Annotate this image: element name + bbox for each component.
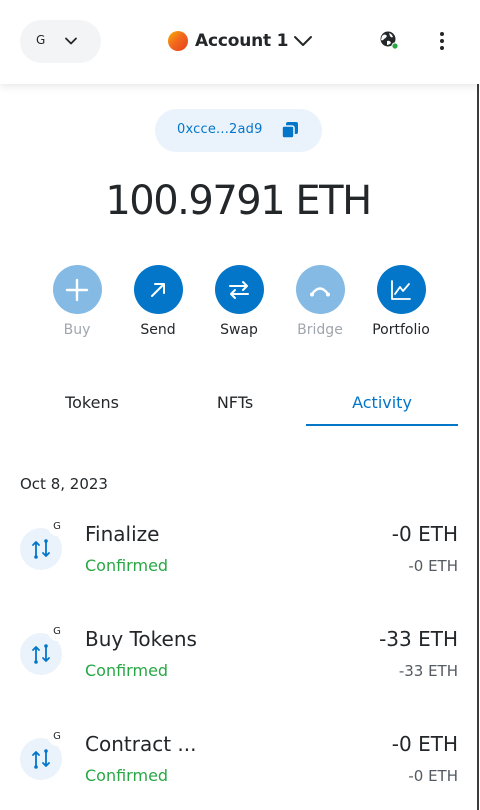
chevron-down-icon <box>65 37 77 45</box>
network-badge: G <box>48 518 66 536</box>
send-label: Send <box>140 322 176 338</box>
network-picker[interactable]: G <box>20 20 101 63</box>
network-badge: G <box>48 728 66 746</box>
transaction-status: Confirmed <box>85 556 169 575</box>
plus-icon <box>65 278 89 301</box>
bridge-button[interactable]: Bridge <box>280 265 360 338</box>
transfer-arrows-icon <box>32 644 50 664</box>
send-button[interactable]: Send <box>118 265 198 338</box>
network-avatar: G <box>36 33 46 47</box>
portfolio-button[interactable]: Portfolio <box>361 265 441 338</box>
bridge-circle <box>295 265 345 314</box>
portfolio-circle <box>376 265 426 314</box>
bridge-icon <box>310 286 330 296</box>
buy-label: Buy <box>63 322 91 338</box>
transfer-arrows-icon <box>32 749 50 769</box>
transaction-title: Finalize <box>85 522 160 546</box>
account-picker[interactable]: Account 1 <box>168 28 313 54</box>
account-avatar <box>168 31 188 51</box>
activity-date-header: Oct 8, 2023 <box>20 475 108 493</box>
transaction-amount: -33 ETH <box>379 627 458 651</box>
arrow-up-right-icon <box>151 282 165 297</box>
account-address: 0xcce...2ad9 <box>177 122 263 137</box>
swap-circle <box>214 265 264 314</box>
buy-circle <box>52 265 102 314</box>
activity-list-item[interactable]: G Contract ... Confirmed -0 ETH -0 ETH <box>0 728 476 800</box>
network-badge: G <box>48 623 66 641</box>
account-name: Account 1 <box>195 31 289 51</box>
activity-list-item[interactable]: G Buy Tokens Confirmed -33 ETH -33 ETH <box>0 623 476 695</box>
buy-button[interactable]: Buy <box>37 265 117 338</box>
eth-balance: 100.9791 ETH <box>105 178 372 224</box>
transaction-amount: -0 ETH <box>391 732 458 756</box>
bridge-label: Bridge <box>297 322 343 338</box>
swap-label: Swap <box>220 322 258 338</box>
swap-arrows-icon <box>229 280 249 299</box>
transfer-arrows-icon <box>32 539 50 559</box>
wallet-page: G Account 1 0xcce...2ad9 100.9791 ETH Bu… <box>0 0 480 810</box>
transaction-title: Buy Tokens <box>85 627 197 651</box>
portfolio-label: Portfolio <box>372 322 430 338</box>
transaction-title: Contract ... <box>85 732 197 756</box>
activity-list-item[interactable]: G Finalize Confirmed -0 ETH -0 ETH <box>0 518 476 590</box>
connected-sites-globe-icon[interactable] <box>378 30 400 52</box>
chevron-down-icon <box>294 36 313 46</box>
transaction-amount: -0 ETH <box>391 522 458 546</box>
transaction-amount-secondary: -33 ETH <box>398 662 458 680</box>
active-tab-indicator <box>306 424 458 426</box>
transaction-amount-secondary: -0 ETH <box>408 557 458 575</box>
swap-button[interactable]: Swap <box>199 265 279 338</box>
address-copy-button[interactable]: 0xcce...2ad9 <box>155 109 322 152</box>
tab-tokens[interactable]: Tokens <box>22 393 162 412</box>
app-header: G Account 1 <box>0 0 480 84</box>
tab-activity[interactable]: Activity <box>306 393 458 412</box>
scroll-edge <box>477 58 479 810</box>
tab-nfts[interactable]: NFTs <box>165 393 305 412</box>
chart-icon <box>391 279 411 300</box>
transaction-status: Confirmed <box>85 766 169 785</box>
send-circle <box>133 265 183 314</box>
transaction-status: Confirmed <box>85 661 169 680</box>
copy-icon <box>281 122 298 139</box>
connected-status-dot <box>392 43 398 49</box>
more-options-icon[interactable] <box>434 30 450 52</box>
transaction-amount-secondary: -0 ETH <box>408 767 458 785</box>
